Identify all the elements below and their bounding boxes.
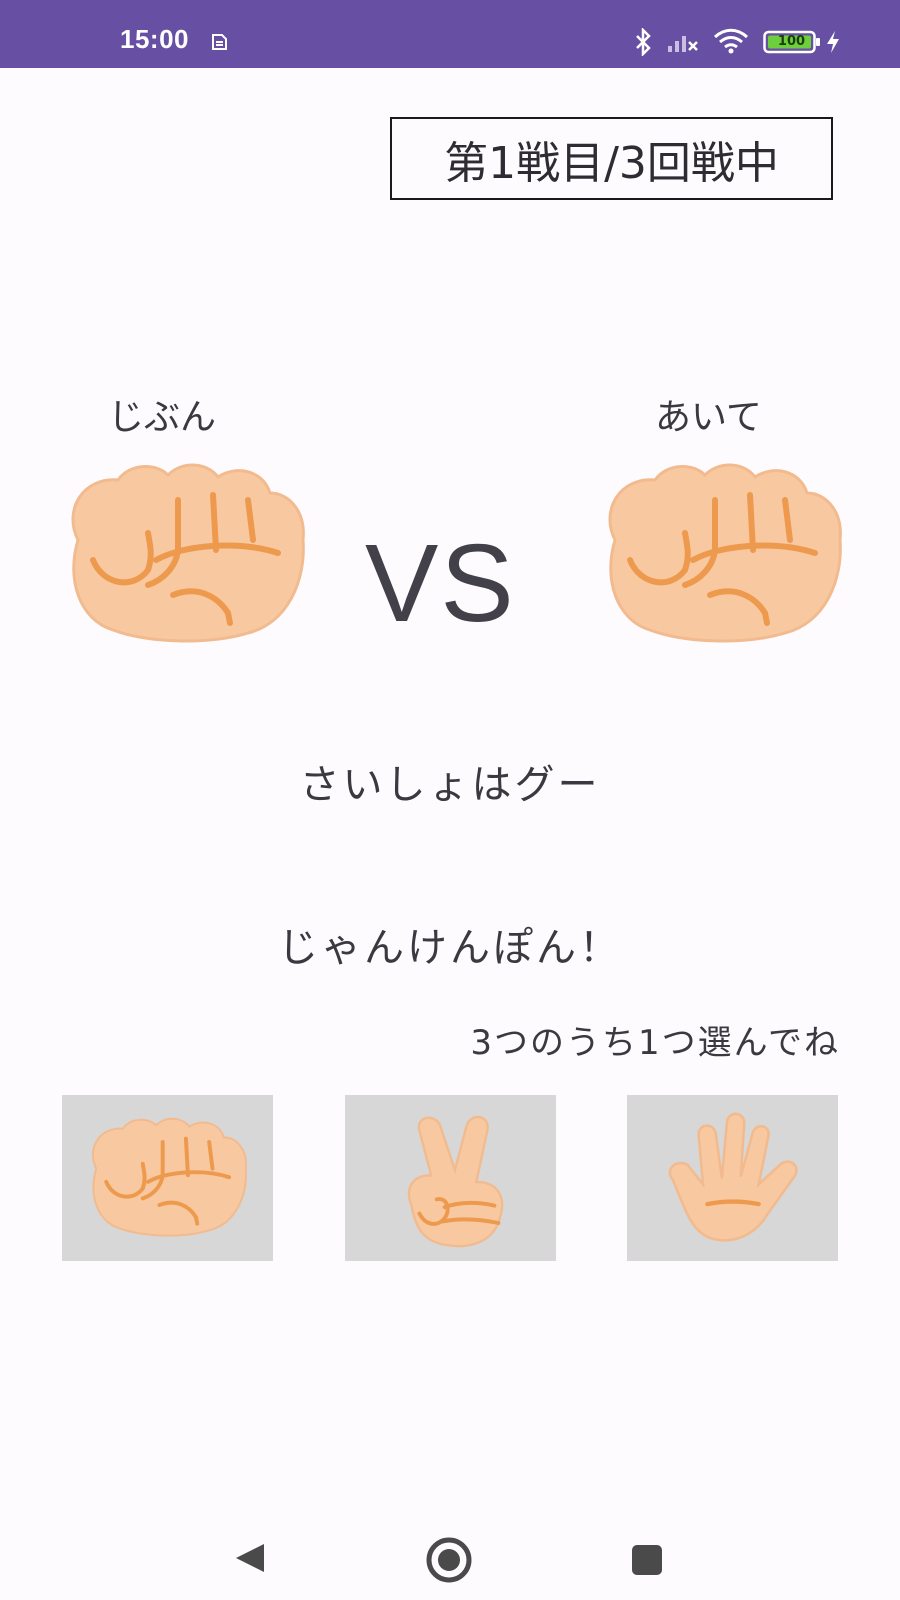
navigation-bar <box>0 1500 900 1600</box>
scissors-hand-icon <box>406 1115 504 1249</box>
status-time: 15:00 <box>120 24 189 54</box>
wifi-icon <box>712 28 750 58</box>
message-saisho: さいしょはグー <box>299 762 601 808</box>
battery-level: 100 <box>777 34 806 49</box>
signal-off-icon <box>666 28 700 58</box>
paper-choice-button[interactable] <box>627 1095 838 1261</box>
instruction-text: 3つのうち1つ選んでね <box>470 1023 840 1063</box>
paper-hand-icon <box>648 1103 818 1253</box>
rock-hand-icon <box>90 1116 248 1238</box>
recents-icon[interactable] <box>630 1543 664 1581</box>
status-bar: 15:00 100 <box>0 0 900 68</box>
player-label: じぶん <box>108 397 217 438</box>
message-janken: じゃんけんぽん！ <box>278 925 622 971</box>
scissors-choice-button[interactable] <box>345 1095 556 1261</box>
sim-card-icon <box>210 33 228 55</box>
home-icon[interactable] <box>425 1536 473 1588</box>
rock-choice-button[interactable] <box>62 1095 273 1261</box>
round-indicator-text: 第1戦目/3回戦中 <box>444 137 779 189</box>
opponent-label: あいて <box>655 397 762 438</box>
round-indicator: 第1戦目/3回戦中 <box>390 117 833 200</box>
charging-icon <box>825 30 841 58</box>
opponent-rock-hand-icon <box>595 455 851 655</box>
vs-label: VS <box>365 522 516 645</box>
player-rock-hand-icon <box>58 455 314 655</box>
bluetooth-icon <box>633 26 653 60</box>
back-icon[interactable] <box>232 1540 268 1580</box>
